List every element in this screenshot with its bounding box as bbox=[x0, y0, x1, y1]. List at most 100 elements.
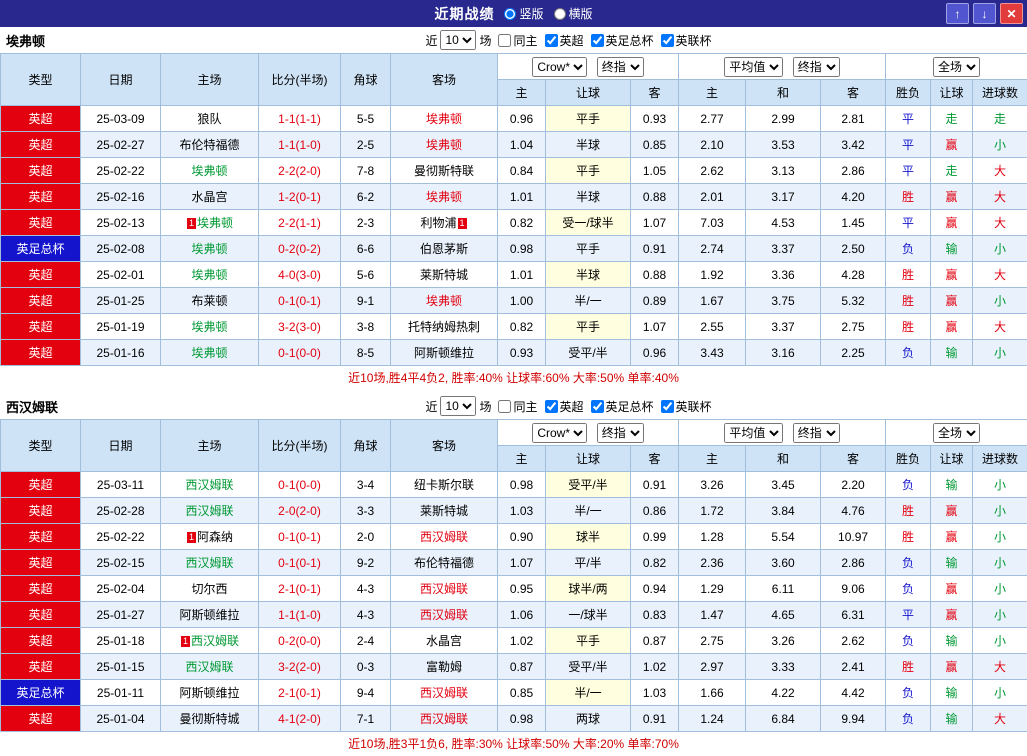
premier-league-option[interactable]: 英超 bbox=[545, 398, 584, 415]
home-team-cell: 埃弗顿 bbox=[161, 314, 259, 340]
away-team-name: 阿斯顿维拉 bbox=[414, 346, 474, 360]
handicap-cell: 球半/两 bbox=[546, 576, 631, 602]
efl-cup-checkbox[interactable] bbox=[661, 34, 674, 47]
fa-cup-checkbox[interactable] bbox=[591, 34, 604, 47]
handicap-cell: 半/一 bbox=[546, 498, 631, 524]
header-home: 主场 bbox=[161, 420, 259, 472]
handicap-result-cell: 赢 bbox=[931, 498, 973, 524]
average-source-select[interactable]: 平均值 bbox=[724, 423, 783, 443]
premier-league-label: 英超 bbox=[560, 32, 584, 49]
home-team-name: 阿森纳 bbox=[197, 530, 233, 544]
avg-draw-cell: 3.37 bbox=[746, 314, 821, 340]
avg-draw-cell: 3.53 bbox=[746, 132, 821, 158]
avg-draw-cell: 3.13 bbox=[746, 158, 821, 184]
header-corners: 角球 bbox=[341, 54, 391, 106]
efl-cup-option[interactable]: 英联杯 bbox=[661, 398, 712, 415]
close-button[interactable]: ✕ bbox=[1000, 3, 1023, 24]
same-home-option[interactable]: 同主 bbox=[498, 32, 537, 49]
away-odds-cell: 0.94 bbox=[631, 576, 679, 602]
average-source-select[interactable]: 平均值 bbox=[724, 57, 783, 77]
layout-vertical-radio[interactable] bbox=[504, 8, 516, 20]
handicap-result-cell: 赢 bbox=[931, 654, 973, 680]
league-cell: 英超 bbox=[1, 288, 81, 314]
date-cell: 25-01-18 bbox=[81, 628, 161, 654]
league-cell: 英超 bbox=[1, 314, 81, 340]
page-title: 近期战绩 bbox=[434, 4, 494, 24]
match-row: 英超25-03-11西汉姆联0-1(0-0)3-4纽卡斯尔联0.98受平/半0.… bbox=[1, 472, 1027, 498]
same-home-label: 同主 bbox=[513, 32, 537, 49]
league-cell: 英超 bbox=[1, 628, 81, 654]
match-row: 英超25-03-09狼队1-1(1-1)5-5埃弗顿0.96平手0.932.77… bbox=[1, 106, 1027, 132]
same-home-checkbox[interactable] bbox=[498, 400, 511, 413]
score-cell: 1-1(1-1) bbox=[259, 106, 341, 132]
home-team-cell: 西汉姆联 bbox=[161, 498, 259, 524]
move-up-button[interactable]: ↑ bbox=[946, 3, 969, 24]
match-row: 英超25-02-01埃弗顿4-0(3-0)5-6莱斯特城1.01半球0.881.… bbox=[1, 262, 1027, 288]
score-cell: 2-1(0-1) bbox=[259, 680, 341, 706]
fa-cup-label: 英足总杯 bbox=[606, 32, 654, 49]
avg-home-cell: 2.10 bbox=[679, 132, 746, 158]
same-home-checkbox[interactable] bbox=[498, 34, 511, 47]
match-row: 英超25-02-221阿森纳0-1(0-1)2-0西汉姆联0.90球半0.991… bbox=[1, 524, 1027, 550]
home-team-name: 阿斯顿维拉 bbox=[179, 608, 239, 622]
premier-league-checkbox[interactable] bbox=[545, 400, 558, 413]
corners-cell: 2-0 bbox=[341, 524, 391, 550]
crow-source-select[interactable]: Crow* bbox=[532, 57, 587, 77]
same-home-option[interactable]: 同主 bbox=[498, 398, 537, 415]
efl-cup-option[interactable]: 英联杯 bbox=[661, 32, 712, 49]
goals-result-cell: 小 bbox=[973, 236, 1027, 262]
header-score: 比分(半场) bbox=[259, 420, 341, 472]
avg-home-cell: 2.62 bbox=[679, 158, 746, 184]
avg-home-cell: 1.72 bbox=[679, 498, 746, 524]
away-team-name: 埃弗顿 bbox=[426, 138, 462, 152]
handicap-cell: 半/一 bbox=[546, 288, 631, 314]
match-row: 英超25-01-27阿斯顿维拉1-1(1-0)4-3西汉姆联1.06一/球半0.… bbox=[1, 602, 1027, 628]
away-team-name: 莱斯特城 bbox=[420, 268, 468, 282]
corners-cell: 6-6 bbox=[341, 236, 391, 262]
fa-cup-option[interactable]: 英足总杯 bbox=[591, 398, 654, 415]
home-team-cell: 阿斯顿维拉 bbox=[161, 680, 259, 706]
match-count-select[interactable]: 10 bbox=[440, 30, 476, 50]
avg-home-cell: 1.66 bbox=[679, 680, 746, 706]
handicap-result-cell: 赢 bbox=[931, 184, 973, 210]
layout-horizontal-radio[interactable] bbox=[554, 8, 566, 20]
layout-vertical-option[interactable]: 竖版 bbox=[504, 5, 543, 22]
header-handicap-result: 让球 bbox=[931, 80, 973, 106]
efl-cup-checkbox[interactable] bbox=[661, 400, 674, 413]
home-team-name: 曼彻斯特城 bbox=[179, 712, 239, 726]
result-cell: 胜 bbox=[886, 654, 931, 680]
home-team-cell: 布伦特福德 bbox=[161, 132, 259, 158]
crow-final-select[interactable]: 终指 bbox=[597, 423, 644, 443]
full-match-select[interactable]: 全场 bbox=[933, 423, 980, 443]
avg-home-cell: 2.74 bbox=[679, 236, 746, 262]
move-down-button[interactable]: ↓ bbox=[973, 3, 996, 24]
handicap-result-cell: 赢 bbox=[931, 262, 973, 288]
score-cell: 0-2(0-2) bbox=[259, 236, 341, 262]
fa-cup-checkbox[interactable] bbox=[591, 400, 604, 413]
home-odds-cell: 1.04 bbox=[498, 132, 546, 158]
home-odds-cell: 1.07 bbox=[498, 550, 546, 576]
average-final-select[interactable]: 终指 bbox=[793, 423, 840, 443]
match-row: 英超25-02-22埃弗顿2-2(2-0)7-8曼彻斯特联0.84平手1.052… bbox=[1, 158, 1027, 184]
score-cell: 1-2(0-1) bbox=[259, 184, 341, 210]
match-count-select[interactable]: 10 bbox=[440, 396, 476, 416]
home-team-name: 西汉姆联 bbox=[191, 634, 239, 648]
date-cell: 25-02-16 bbox=[81, 184, 161, 210]
match-row: 英超25-01-19埃弗顿3-2(3-0)3-8托特纳姆热刺0.82平手1.07… bbox=[1, 314, 1027, 340]
home-team-cell: 埃弗顿 bbox=[161, 236, 259, 262]
average-final-select[interactable]: 终指 bbox=[793, 57, 840, 77]
full-match-select[interactable]: 全场 bbox=[933, 57, 980, 77]
efl-cup-label: 英联杯 bbox=[676, 32, 712, 49]
full-match-group: 全场 bbox=[886, 420, 1027, 446]
header-type: 类型 bbox=[1, 54, 81, 106]
premier-league-option[interactable]: 英超 bbox=[545, 32, 584, 49]
home-team-cell: 布莱顿 bbox=[161, 288, 259, 314]
crow-source-select[interactable]: Crow* bbox=[532, 423, 587, 443]
corners-cell: 9-1 bbox=[341, 288, 391, 314]
fa-cup-option[interactable]: 英足总杯 bbox=[591, 32, 654, 49]
handicap-result-cell: 输 bbox=[931, 236, 973, 262]
layout-horizontal-option[interactable]: 横版 bbox=[554, 5, 593, 22]
crow-final-select[interactable]: 终指 bbox=[597, 57, 644, 77]
premier-league-checkbox[interactable] bbox=[545, 34, 558, 47]
away-team-name: 莱斯特城 bbox=[420, 504, 468, 518]
